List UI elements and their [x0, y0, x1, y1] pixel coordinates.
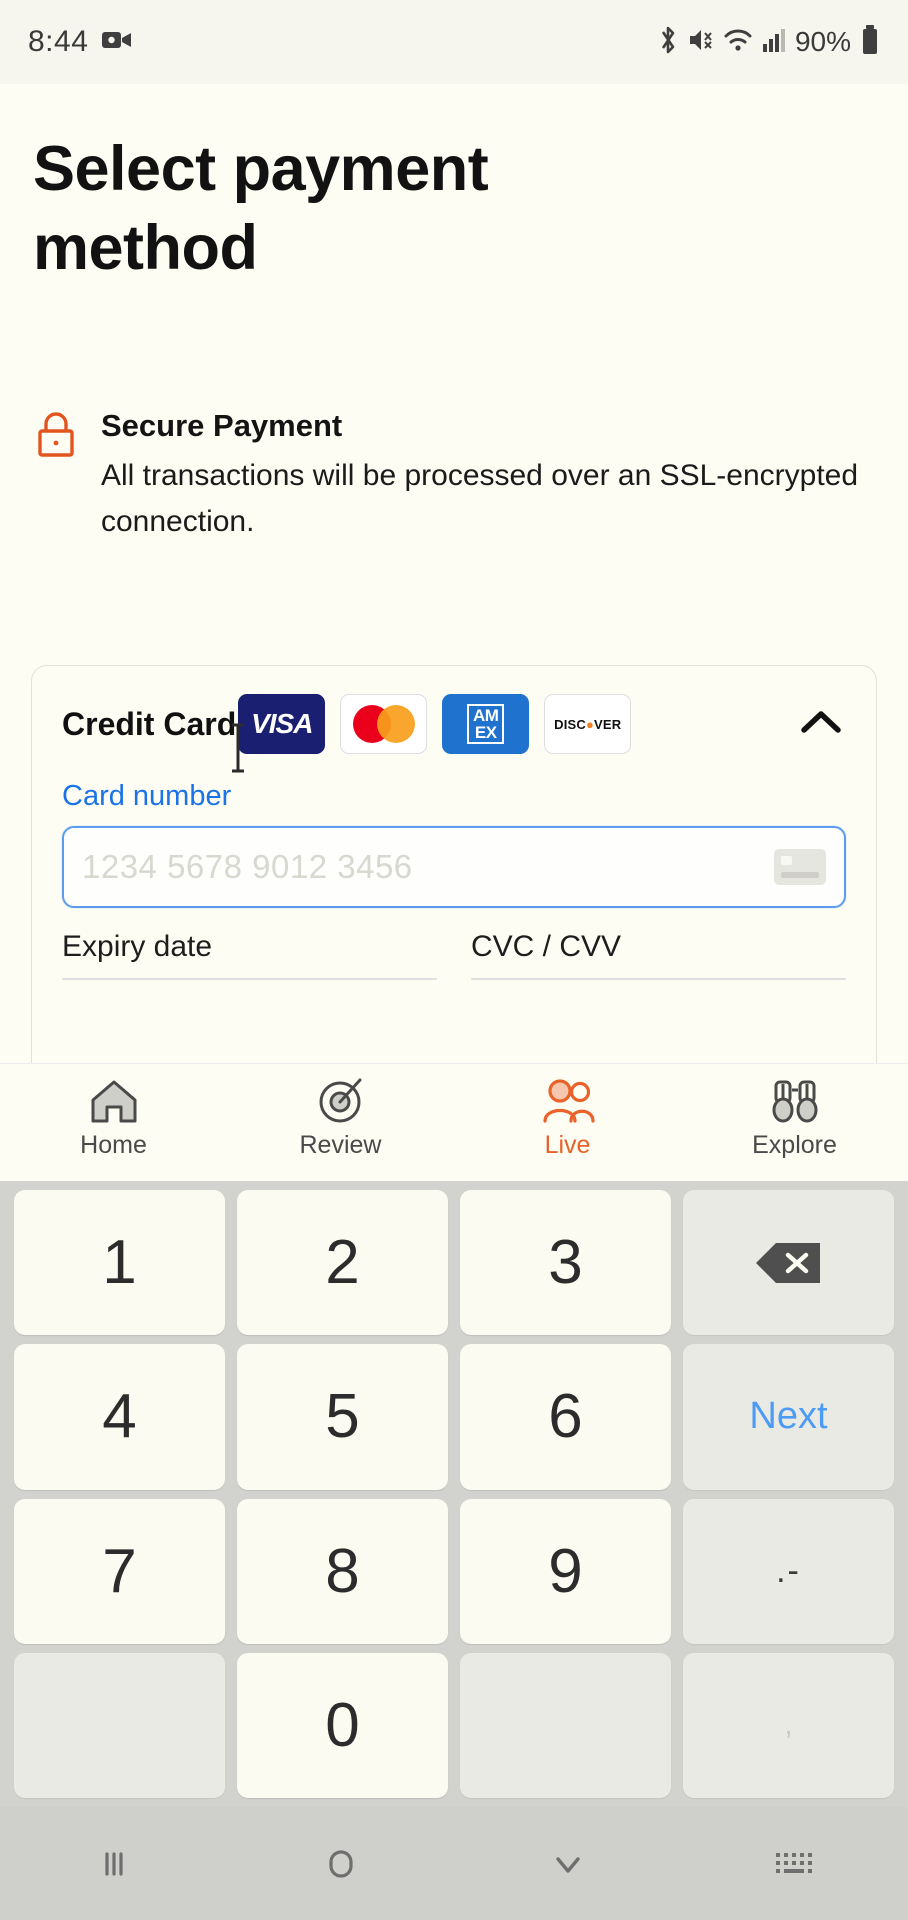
- key-blank-left[interactable]: [14, 1652, 225, 1798]
- keyboard-row: 4 5 6 Next: [14, 1344, 894, 1490]
- secure-payment-notice: Secure Payment All transactions will be …: [33, 405, 863, 546]
- battery-percent: 90%: [794, 26, 851, 57]
- nav-label-live: Live: [544, 1131, 591, 1159]
- key-8[interactable]: 8: [237, 1498, 448, 1644]
- bottom-navigation-bar: Home Review Live Explore: [0, 1063, 908, 1181]
- home-icon: [91, 1080, 136, 1123]
- secure-payment-description: All transactions will be processed over …: [101, 458, 859, 539]
- nav-keyboard-switch-button[interactable]: [681, 1847, 908, 1881]
- expiry-label: Expiry date: [62, 930, 213, 963]
- discover-logo: DISC●VER: [544, 694, 632, 754]
- nav-item-explore[interactable]: Explore: [681, 1064, 908, 1160]
- nav-home-button[interactable]: [227, 1842, 454, 1886]
- key-backspace[interactable]: [683, 1190, 894, 1336]
- bluetooth-icon: [657, 25, 679, 60]
- nav-item-home[interactable]: Home: [0, 1064, 227, 1160]
- key-next[interactable]: Next: [683, 1344, 894, 1490]
- key-9[interactable]: 9: [460, 1498, 671, 1644]
- binoculars-icon: [772, 1080, 817, 1123]
- status-time: 8:44: [28, 25, 89, 58]
- people-icon: [542, 1079, 595, 1123]
- expiry-input[interactable]: [62, 978, 437, 980]
- recents-icon: [104, 1851, 123, 1876]
- key-blank-right[interactable]: [460, 1652, 671, 1798]
- cvc-input[interactable]: [471, 978, 846, 980]
- key-punctuation[interactable]: .-: [683, 1498, 894, 1644]
- keyboard-row: 0 ,: [14, 1652, 894, 1798]
- mute-icon: [688, 26, 714, 59]
- page-title: Select payment method: [33, 134, 489, 283]
- nav-label-review: Review: [299, 1131, 382, 1159]
- phone-screen: 8:44 90% Select payment method Secure Pa…: [0, 0, 908, 1920]
- card-number-field-group: Card number 1234 5678 9012 3456: [32, 754, 876, 908]
- key-6[interactable]: 6: [460, 1344, 671, 1490]
- nav-label-explore: Explore: [752, 1131, 837, 1159]
- backspace-icon: [755, 1242, 820, 1283]
- android-navigation-bar: [0, 1807, 908, 1920]
- keyboard-switch-icon: [775, 1852, 812, 1873]
- cellular-signal-icon: [762, 27, 786, 58]
- key-comma[interactable]: ,: [683, 1652, 894, 1798]
- status-bar: 8:44 90%: [0, 0, 908, 84]
- wifi-icon: [723, 27, 753, 58]
- home-circle-icon: [328, 1849, 353, 1878]
- secure-payment-text: Secure Payment All transactions will be …: [101, 405, 863, 546]
- expiry-field-group: Expiry date: [62, 930, 437, 980]
- key-3[interactable]: 3: [460, 1190, 671, 1336]
- key-0[interactable]: 0: [237, 1652, 448, 1798]
- keyboard-row: 7 8 9 .-: [14, 1498, 894, 1644]
- nav-hide-keyboard-button[interactable]: [454, 1844, 681, 1884]
- nav-recents-button[interactable]: [0, 1844, 227, 1884]
- hide-keyboard-chevron-icon: [555, 1856, 580, 1873]
- credit-card-title: Credit Card: [62, 705, 237, 742]
- secure-payment-title: Secure Payment: [101, 408, 343, 443]
- cvc-label: CVC / CVV: [471, 930, 622, 963]
- lock-icon: [33, 405, 79, 546]
- text-cursor-icon: [228, 722, 248, 779]
- amex-logo: AM EX: [442, 694, 530, 754]
- key-7[interactable]: 7: [14, 1498, 225, 1644]
- credit-card-panel[interactable]: Credit Card VISA AM EX DISC●VER Card num…: [31, 665, 877, 1085]
- key-2[interactable]: 2: [237, 1190, 448, 1336]
- credit-card-icon: [774, 849, 826, 885]
- target-icon: [319, 1078, 361, 1123]
- credit-card-header[interactable]: Credit Card VISA AM EX DISC●VER: [32, 666, 876, 754]
- nav-item-review[interactable]: Review: [227, 1064, 454, 1160]
- key-4[interactable]: 4: [14, 1344, 225, 1490]
- mastercard-logo: [340, 694, 428, 754]
- screen-record-icon: [102, 29, 132, 56]
- status-bar-left: 8:44: [28, 25, 132, 59]
- card-number-placeholder: 1234 5678 9012 3456: [82, 848, 413, 885]
- numeric-keyboard: 1 2 3 4 5 6 Next 7 8 9 .- 0 ,: [0, 1181, 908, 1807]
- cvc-field-group: CVC / CVV: [471, 930, 846, 980]
- chevron-up-icon[interactable]: [794, 702, 852, 747]
- nav-item-live[interactable]: Live: [454, 1064, 681, 1160]
- key-5[interactable]: 5: [237, 1344, 448, 1490]
- keyboard-row: 1 2 3: [14, 1190, 894, 1336]
- status-bar-right: 90%: [657, 24, 880, 60]
- nav-label-home: Home: [80, 1131, 147, 1159]
- battery-icon: [860, 24, 880, 60]
- card-brand-list: VISA AM EX DISC●VER: [238, 694, 632, 754]
- card-number-input[interactable]: 1234 5678 9012 3456: [62, 826, 846, 908]
- visa-logo: VISA: [238, 694, 326, 754]
- key-1[interactable]: 1: [14, 1190, 225, 1336]
- card-number-label: Card number: [62, 780, 232, 812]
- expiry-cvc-row: Expiry date CVC / CVV: [32, 908, 876, 980]
